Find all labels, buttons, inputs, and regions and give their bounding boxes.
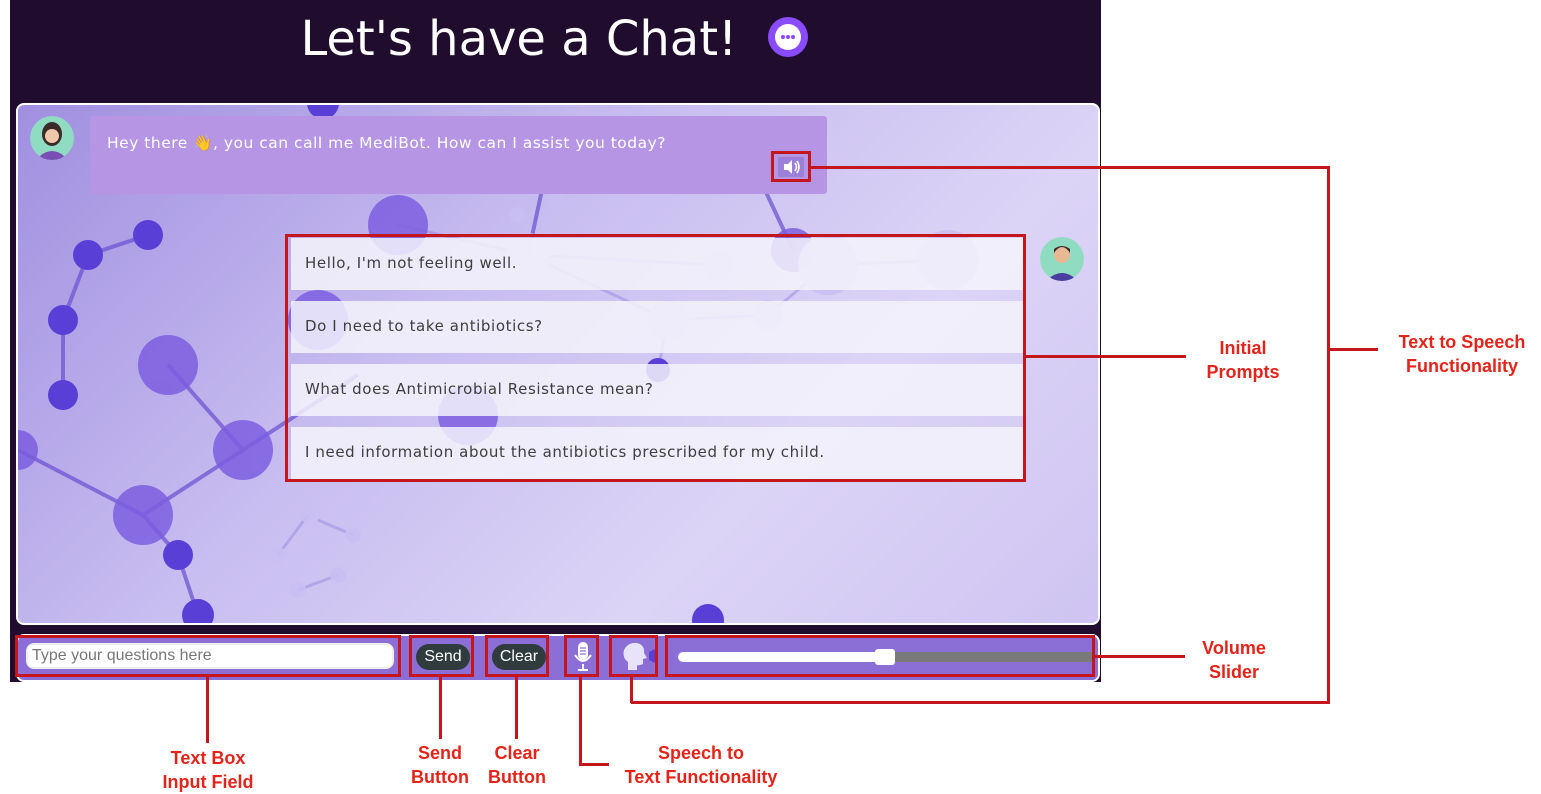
connector-line [206, 677, 209, 743]
connector-line [631, 701, 1330, 704]
user-avatar [1040, 237, 1084, 281]
connector-line [811, 166, 1330, 169]
prompt-option[interactable]: Hello, I'm not feeling well. [291, 238, 1025, 290]
microphone-icon [574, 642, 592, 671]
prompt-option[interactable]: Do I need to take antibiotics? [291, 301, 1025, 353]
question-input[interactable] [26, 643, 394, 669]
prompt-option[interactable]: What does Antimicrobial Resistance mean? [291, 364, 1025, 416]
annotation-send: Send Button [411, 743, 469, 787]
speaker-icon [784, 160, 800, 174]
volume-slider-fill [678, 652, 885, 662]
annotation-initial-prompts: Initial Prompts [1206, 338, 1280, 382]
page-title-text: Let's have a Chat! [300, 11, 738, 67]
speech-to-text-button[interactable] [572, 640, 594, 672]
connector-line [579, 763, 609, 766]
chat-bubble-icon [767, 17, 808, 57]
send-button[interactable]: Send [416, 644, 470, 670]
annotation-volume-slider: Volume Slider [1202, 638, 1266, 682]
volume-slider-thumb[interactable] [875, 649, 895, 665]
chat-app: Let's have a Chat! Hey there 👋, you can … [10, 0, 1101, 682]
connector-line [1095, 655, 1185, 658]
prompt-text: I need information about the antibiotics… [305, 443, 825, 461]
text-to-speech-button[interactable] [778, 157, 804, 177]
bot-avatar [30, 116, 74, 160]
prompt-text: Do I need to take antibiotics? [305, 317, 543, 335]
page-title: Let's have a Chat! [10, 4, 1101, 74]
annotation-text-box: Text Box Input Field [162, 748, 254, 792]
connector-line [1330, 348, 1378, 351]
volume-slider[interactable] [678, 649, 1092, 665]
voice-output-button[interactable] [620, 640, 660, 672]
bot-message-bubble: Hey there 👋, you can call me MediBot. Ho… [90, 116, 827, 194]
connector-line [1026, 355, 1186, 358]
connector-line [630, 677, 633, 703]
connector-line [1327, 166, 1330, 704]
connector-line [579, 677, 582, 765]
annotation-clear: Clear Button [488, 743, 546, 787]
bot-message-text: Hey there 👋, you can call me MediBot. Ho… [107, 134, 667, 152]
clear-button[interactable]: Clear [492, 644, 546, 670]
speaking-head-icon [623, 642, 655, 670]
prompt-text: Hello, I'm not feeling well. [305, 254, 518, 272]
connector-line [515, 677, 518, 739]
annotation-speech-to-text: Speech to Text Functionality [624, 743, 778, 787]
annotation-text-to-speech: Text to Speech Functionality [1398, 332, 1526, 376]
prompt-text: What does Antimicrobial Resistance mean? [305, 380, 654, 398]
chat-window[interactable]: Hey there 👋, you can call me MediBot. Ho… [16, 103, 1100, 625]
input-bar: Send Clear [16, 634, 1100, 682]
connector-line [439, 677, 442, 739]
volume-slider-track [885, 652, 1092, 662]
prompt-option[interactable]: I need information about the antibiotics… [291, 427, 1025, 479]
